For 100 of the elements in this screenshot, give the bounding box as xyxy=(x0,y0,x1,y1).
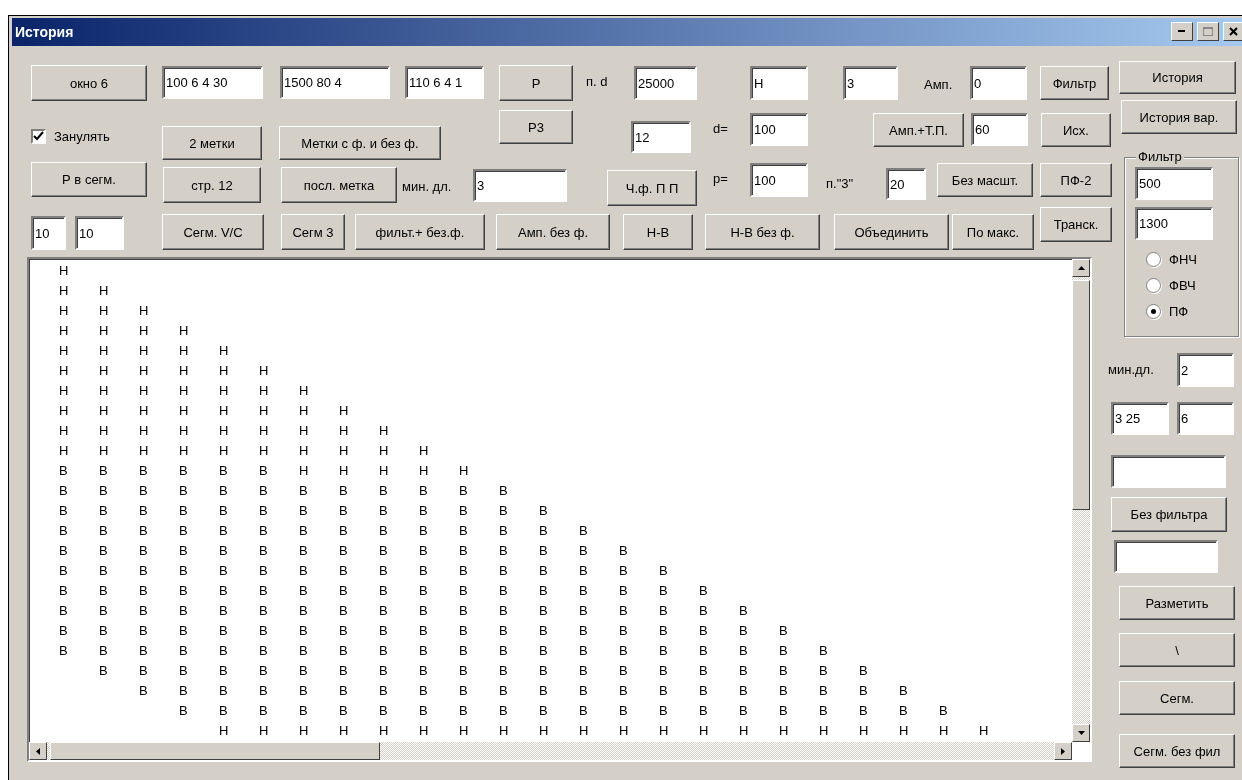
list-line[interactable]: В В В В В В В В В В В В В xyxy=(29,501,548,521)
text-field[interactable]: 10 xyxy=(31,216,66,250)
scroll-down-button[interactable] xyxy=(1072,724,1090,742)
push-button[interactable]: Фильтр xyxy=(1040,66,1109,100)
text-field[interactable]: 3 xyxy=(473,169,567,202)
text-field[interactable]: 100 xyxy=(750,113,808,146)
list-line[interactable]: Н Н Н Н Н Н Н Н xyxy=(29,401,349,421)
left-arrow-icon xyxy=(36,747,40,755)
push-button[interactable]: 2 метки xyxy=(162,126,262,160)
text-field[interactable]: 3 25 xyxy=(1111,402,1169,435)
list-line[interactable]: Н Н Н xyxy=(29,301,149,321)
field-label: п. d xyxy=(586,72,609,91)
text-field[interactable] xyxy=(1114,540,1218,573)
list-line[interactable]: Н Н Н Н Н Н xyxy=(29,361,269,381)
list-line[interactable]: В В В В В В В В В В В В В В В В В В В В xyxy=(29,681,908,701)
close-button[interactable] xyxy=(1223,22,1242,41)
push-button[interactable]: История xyxy=(1119,61,1236,94)
text-field[interactable]: 1300 xyxy=(1135,207,1213,240)
push-button[interactable]: фильт.+ без.ф. xyxy=(355,214,485,250)
text-field[interactable] xyxy=(1111,455,1226,488)
field-label: р= xyxy=(713,169,729,188)
group-label: Фильтр xyxy=(1136,149,1184,165)
scroll-thumb[interactable] xyxy=(50,742,380,760)
text-field[interactable]: 3 xyxy=(843,66,898,100)
push-button[interactable]: Амп. без ф. xyxy=(496,214,610,250)
up-arrow-icon xyxy=(1077,266,1085,270)
push-button[interactable]: История вар. xyxy=(1121,100,1237,134)
list-line[interactable]: В В В В В В В В В В В В В В В В В xyxy=(29,581,708,601)
text-field[interactable]: 100 6 4 30 xyxy=(162,66,263,99)
vertical-scrollbar[interactable] xyxy=(1072,259,1090,742)
scroll-left-button[interactable] xyxy=(29,742,47,760)
push-button[interactable]: окно 6 xyxy=(31,65,147,101)
push-button[interactable]: \ xyxy=(1119,633,1235,667)
list-line[interactable]: В В В В В В В В В В В В В В В В xyxy=(29,561,668,581)
text-field[interactable]: 1500 80 4 xyxy=(280,66,390,99)
horizontal-scrollbar[interactable] xyxy=(29,742,1072,760)
radio-label: ФВЧ xyxy=(1169,277,1196,293)
push-button[interactable]: Н-В без ф. xyxy=(705,214,820,250)
list-line[interactable]: Н Н xyxy=(29,281,109,301)
text-field[interactable]: Н xyxy=(750,66,808,100)
push-button[interactable]: ПФ-2 xyxy=(1040,163,1112,197)
push-button[interactable]: Сегм. V/C xyxy=(162,214,264,250)
scroll-right-button[interactable] xyxy=(1054,742,1072,760)
list-line[interactable]: Н Н Н Н xyxy=(29,321,189,341)
push-button[interactable]: Разметить xyxy=(1119,586,1235,620)
list-line[interactable]: В В В В В В В В В В В В В В xyxy=(29,521,588,541)
scroll-up-button[interactable] xyxy=(1072,259,1090,277)
field-label: Амп. xyxy=(924,75,954,94)
push-button[interactable]: Ч.ф. П П xyxy=(607,170,697,206)
text-field[interactable]: 100 xyxy=(750,163,808,197)
list-line[interactable]: Н xyxy=(29,261,69,281)
list-line[interactable]: Н Н Н Н Н xyxy=(29,341,229,361)
field-label: мин. дл. xyxy=(402,177,453,196)
push-button[interactable]: Метки с ф. и без ф. xyxy=(279,126,441,160)
push-button[interactable]: Р3 xyxy=(499,110,573,144)
list-line[interactable]: Н Н Н Н Н Н Н xyxy=(29,381,309,401)
text-field[interactable]: 60 xyxy=(971,113,1028,146)
field-label: мин.дл. xyxy=(1108,360,1155,379)
text-field[interactable]: 10 xyxy=(75,216,124,250)
list-line[interactable]: В В В В В В В В В В В В В В В В В В В В xyxy=(29,661,868,681)
text-field[interactable]: 500 xyxy=(1135,167,1213,200)
push-button[interactable]: По макс. xyxy=(952,214,1034,250)
push-button[interactable]: Сегм. xyxy=(1119,681,1235,715)
text-field[interactable]: 20 xyxy=(886,168,926,200)
radio-label: ФНЧ xyxy=(1169,251,1197,267)
push-button[interactable]: Исх. xyxy=(1041,113,1111,147)
list-line[interactable]: В В В В В В В В В В В В xyxy=(29,481,508,501)
minimize-button[interactable] xyxy=(1171,22,1193,41)
maximize-button[interactable] xyxy=(1197,22,1219,41)
list-line[interactable]: Н Н Н Н Н Н Н Н Н Н Н Н Н Н Н Н Н Н Н Н xyxy=(29,721,989,741)
list-line[interactable]: Н Н Н Н Н Н Н Н Н Н xyxy=(29,441,429,461)
push-button[interactable]: Сегм 3 xyxy=(281,214,345,250)
down-arrow-icon xyxy=(1077,731,1085,735)
push-button[interactable]: Транск. xyxy=(1040,207,1112,242)
push-button[interactable]: Р xyxy=(499,65,573,101)
push-button[interactable]: Амп.+Т.П. xyxy=(873,113,964,147)
scroll-thumb[interactable] xyxy=(1072,280,1090,510)
push-button[interactable]: Р в сегм. xyxy=(31,162,147,197)
list-line[interactable]: В В В В В В В В В В В В В В В В В В xyxy=(29,601,748,621)
push-button[interactable]: Без фильтра xyxy=(1111,497,1227,532)
push-button[interactable]: Сегм. без фил xyxy=(1119,734,1235,768)
checkbox-label: Занулять xyxy=(54,128,110,144)
list-line[interactable]: В В В В В В В В В В В В В В В В В В В xyxy=(29,621,788,641)
text-field[interactable]: 6 xyxy=(1177,402,1234,435)
radio-label: ПФ xyxy=(1169,303,1189,319)
list-line[interactable]: Н Н Н Н Н Н Н Н Н xyxy=(29,421,389,441)
push-button[interactable]: Н-В xyxy=(623,214,693,250)
text-field[interactable]: 0 xyxy=(970,66,1027,100)
list-line[interactable]: В В В В В В В В В В В В В В В В В В В В xyxy=(29,701,948,721)
text-field[interactable]: 110 6 4 1 xyxy=(405,66,484,99)
list-line[interactable]: В В В В В В В В В В В В В В В В В В В В xyxy=(29,641,828,661)
push-button[interactable]: Без масшт. xyxy=(937,163,1033,197)
push-button[interactable]: стр. 12 xyxy=(163,167,261,203)
text-field[interactable]: 25000 xyxy=(634,66,697,100)
push-button[interactable]: Объединить xyxy=(834,214,949,250)
text-field[interactable]: 12 xyxy=(631,121,691,153)
list-line[interactable]: В В В В В В Н Н Н Н Н xyxy=(29,461,469,481)
list-line[interactable]: В В В В В В В В В В В В В В В xyxy=(29,541,628,561)
text-field[interactable]: 2 xyxy=(1177,353,1234,387)
push-button[interactable]: посл. метка xyxy=(281,167,397,203)
